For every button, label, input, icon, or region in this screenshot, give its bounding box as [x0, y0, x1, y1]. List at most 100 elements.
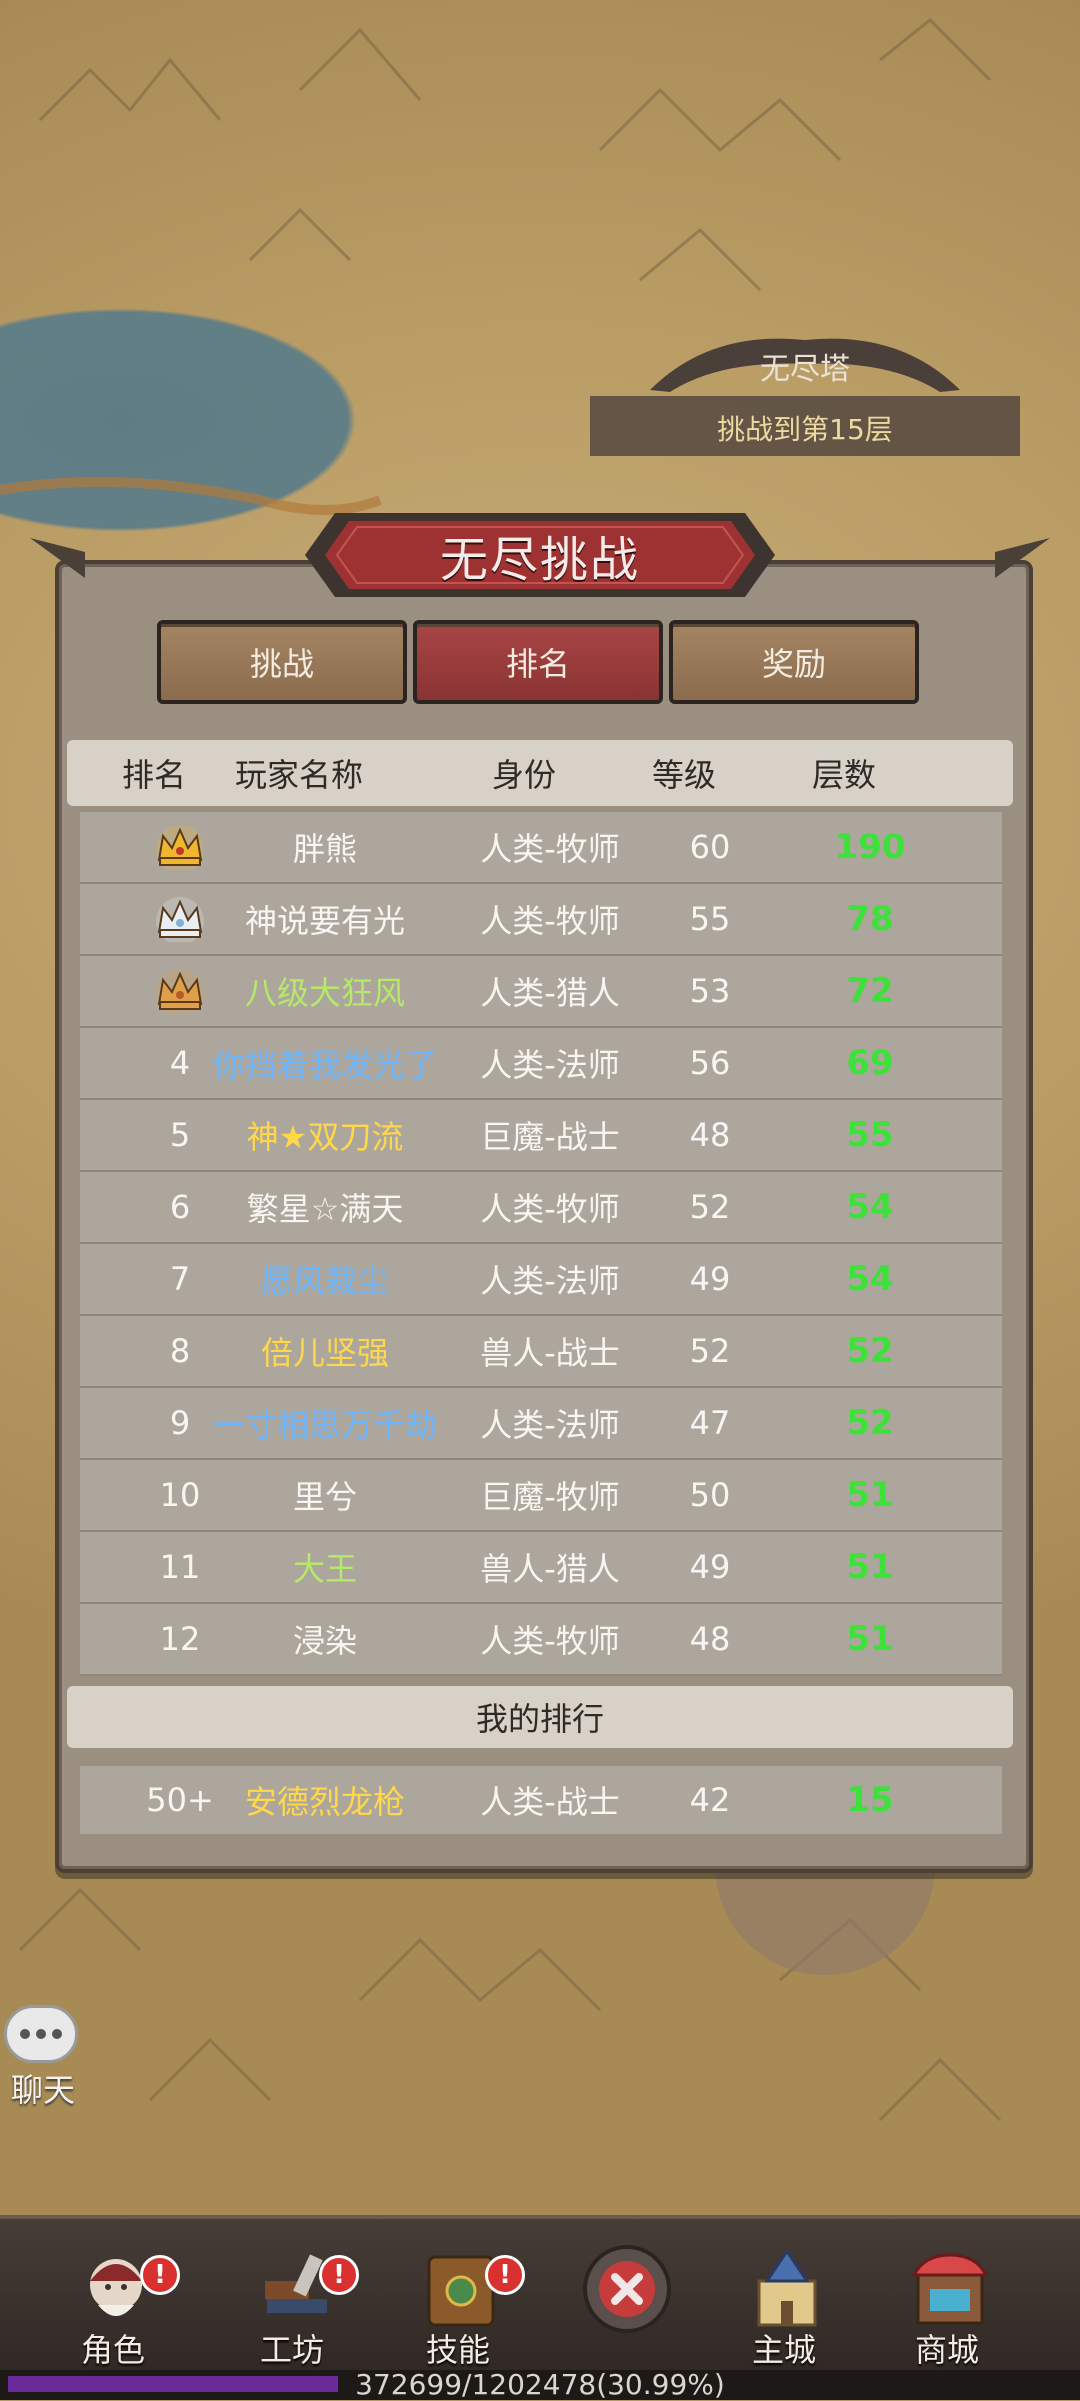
bottom-navigation: ! 角色! 工坊 ! 技能 主城 商城: [0, 2215, 1080, 2374]
row-floors: 72: [846, 971, 894, 1011]
row-level: 49: [689, 1548, 731, 1586]
my-ranking-row: 50+ 安德烈龙枪 人类-战士 42 15: [80, 1766, 1002, 1834]
row-player-name: 你挡着我发光了: [212, 1046, 437, 1084]
chat-bubble-icon: [4, 2005, 78, 2063]
tower-title: 无尽塔: [760, 352, 850, 387]
header-level: 等级: [651, 756, 716, 794]
experience-bar: 372699/1202478(30.99%): [0, 2370, 1080, 2400]
alert-badge-icon: !: [319, 2255, 359, 2295]
table-row[interactable]: 4 你挡着我发光了 人类-法师 56 69: [80, 1028, 1002, 1100]
my-level: 42: [689, 1781, 731, 1819]
nav-main-city-label: 主城: [751, 2331, 816, 2369]
row-level: 55: [689, 900, 731, 938]
alert-badge-icon: !: [140, 2255, 180, 2295]
endless-tower-marker[interactable]: 无尽塔 挑战到第15层: [590, 330, 1020, 460]
row-identity: 人类-法师: [480, 1262, 620, 1300]
nav-character-label: 角色: [80, 2331, 145, 2369]
chat-label: 聊天: [10, 2071, 75, 2109]
table-row[interactable]: 神说要有光 人类-牧师 55 78: [80, 884, 1002, 956]
silver-crown-icon: [156, 897, 204, 942]
row-identity: 人类-牧师: [480, 902, 620, 940]
row-floors: 51: [846, 1475, 894, 1515]
dialog-title: 无尽挑战: [439, 532, 640, 588]
nav-main-city-button[interactable]: 主城: [709, 2219, 859, 2374]
row-floors: 54: [846, 1259, 894, 1299]
row-identity: 人类-法师: [480, 1046, 620, 1084]
row-player-name: 倍儿坚强: [260, 1334, 389, 1372]
dialog-title-banner: 无尽挑战: [305, 505, 775, 605]
battle-close-icon: [583, 2245, 671, 2333]
row-level: 53: [689, 972, 731, 1010]
row-level: 60: [689, 828, 731, 866]
chat-button[interactable]: 聊天: [4, 2005, 82, 2109]
table-row[interactable]: 9 一寸相思万千劫 人类-法师 47 52: [80, 1388, 1002, 1460]
row-floors: 54: [846, 1187, 894, 1227]
table-row[interactable]: 12 浸染 人类-牧师 48 51: [80, 1604, 1002, 1676]
row-floors: 190: [834, 827, 906, 867]
table-row[interactable]: 8 倍儿坚强 兽人-战士 52 52: [80, 1316, 1002, 1388]
table-row[interactable]: 胖熊 人类-牧师 60 190: [80, 812, 1002, 884]
nav-shop-label: 商城: [914, 2331, 979, 2369]
row-identity: 巨魔-战士: [480, 1118, 620, 1156]
castle-icon: [757, 2248, 817, 2327]
row-identity: 人类-牧师: [480, 1190, 620, 1228]
table-row[interactable]: 11 大王 兽人-猎人 49 51: [80, 1532, 1002, 1604]
nav-battle-button[interactable]: [549, 2219, 699, 2374]
tab-ranking[interactable]: 排名: [413, 620, 663, 704]
frame-spike-right-icon: [995, 538, 1050, 578]
row-level: 50: [689, 1476, 731, 1514]
my-identity: 人类-战士: [480, 1783, 620, 1821]
row-player-name: 一寸相思万千劫: [212, 1406, 437, 1444]
nav-workshop-button[interactable]: ! 工坊: [217, 2219, 367, 2374]
experience-text: 372699/1202478(30.99%): [355, 2368, 725, 2401]
tab-challenge[interactable]: 挑战: [157, 620, 407, 704]
row-level: 48: [689, 1620, 731, 1658]
table-row[interactable]: 7 愿风裁尘 人类-法师 49 54: [80, 1244, 1002, 1316]
row-identity: 人类-法师: [480, 1406, 620, 1444]
dialog-tabs: 挑战 排名 奖励: [157, 620, 923, 708]
row-level: 47: [689, 1404, 731, 1442]
my-ranking-header: 我的排行: [67, 1686, 1013, 1748]
row-identity: 人类-猎人: [480, 974, 620, 1012]
tower-subtitle: 挑战到第15层: [717, 413, 893, 446]
row-level: 56: [689, 1044, 731, 1082]
nav-shop-button[interactable]: 商城: [872, 2219, 1022, 2374]
row-identity: 人类-牧师: [480, 830, 620, 868]
shop-icon: [911, 2253, 989, 2325]
bronze-crown-icon: [156, 969, 204, 1014]
nav-workshop-label: 工坊: [259, 2331, 324, 2369]
table-row[interactable]: 八级大狂风 人类-猎人 53 72: [80, 956, 1002, 1028]
row-identity: 巨魔-牧师: [480, 1478, 620, 1516]
row-identity: 兽人-猎人: [480, 1550, 620, 1588]
row-identity: 兽人-战士: [480, 1334, 620, 1372]
row-floors: 55: [846, 1115, 894, 1155]
row-player-name: 大王: [292, 1550, 357, 1588]
my-player-name: 安德烈龙枪: [244, 1783, 405, 1821]
row-level: 48: [689, 1116, 731, 1154]
row-floors: 51: [846, 1547, 894, 1587]
row-player-name: 愿风裁尘: [260, 1262, 389, 1300]
tab-rewards[interactable]: 奖励: [669, 620, 919, 704]
row-level: 49: [689, 1260, 731, 1298]
table-row[interactable]: 10 里兮 巨魔-牧师 50 51: [80, 1460, 1002, 1532]
row-floors: 51: [846, 1619, 894, 1659]
row-player-name: 神说要有光: [244, 902, 405, 940]
header-identity: 身份: [491, 756, 556, 794]
row-level: 52: [689, 1188, 731, 1226]
ranking-table-header: 排名 玩家名称 身份 等级 层数: [67, 740, 1013, 806]
row-floors: 69: [846, 1043, 894, 1083]
row-level: 52: [689, 1332, 731, 1370]
row-floors: 52: [846, 1331, 894, 1371]
row-floors: 52: [846, 1403, 894, 1443]
nav-skills-label: 技能: [425, 2331, 490, 2369]
table-row[interactable]: 5 神★双刀流 巨魔-战士 48 55: [80, 1100, 1002, 1172]
table-row[interactable]: 6 繁星☆满天 人类-牧师 52 54: [80, 1172, 1002, 1244]
my-floors: 15: [846, 1780, 894, 1820]
header-floors: 层数: [811, 756, 876, 794]
nav-skills-button[interactable]: ! 技能: [383, 2219, 533, 2374]
row-player-name: 繁星☆满天: [246, 1190, 404, 1228]
nav-character-button[interactable]: ! 角色: [38, 2219, 188, 2374]
row-player-name: 神★双刀流: [246, 1118, 404, 1156]
row-player-name: 八级大狂风: [244, 974, 405, 1012]
row-player-name: 胖熊: [292, 830, 357, 868]
